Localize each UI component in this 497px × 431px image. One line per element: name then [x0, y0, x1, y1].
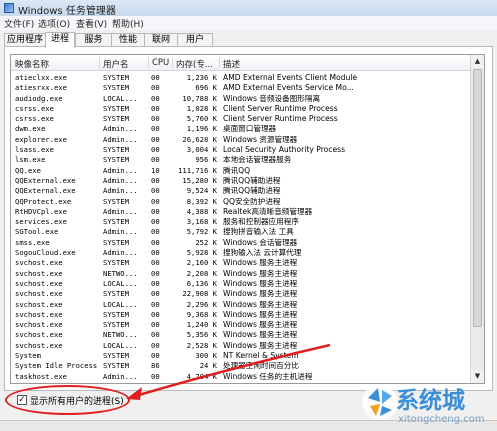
annotation-arrow: [126, 343, 331, 400]
tab-processes[interactable]: 进程: [45, 32, 75, 48]
watermark-text: 系统城: [396, 388, 465, 414]
watermark-url: xitongcheng.com: [398, 414, 485, 425]
